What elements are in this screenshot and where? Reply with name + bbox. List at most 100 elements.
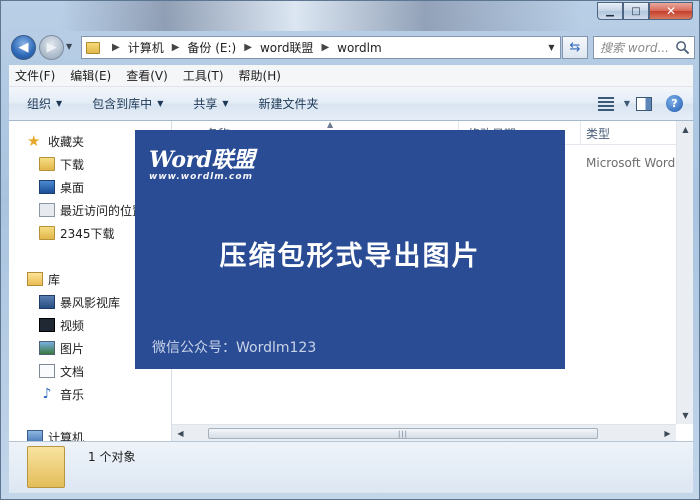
organize-button[interactable]: 组织 ▼ bbox=[27, 95, 62, 112]
column-divider[interactable] bbox=[580, 121, 581, 145]
scroll-right-arrow-icon[interactable]: ▶ bbox=[659, 425, 676, 442]
view-options-dropdown[interactable]: ▼ bbox=[624, 99, 630, 108]
folder-icon bbox=[27, 446, 65, 488]
computer-icon bbox=[27, 430, 43, 441]
menu-bar: 文件(F) 编辑(E) 查看(V) 工具(T) 帮助(H) bbox=[9, 65, 693, 87]
chevron-right-icon[interactable]: ▶ bbox=[244, 42, 252, 53]
new-folder-button[interactable]: 新建文件夹 bbox=[259, 95, 319, 112]
sidebar-item-storm-video[interactable]: 暴风影视库 bbox=[39, 292, 120, 312]
column-type[interactable]: 类型 bbox=[586, 125, 610, 142]
search-icon[interactable] bbox=[675, 40, 690, 55]
chevron-right-icon[interactable]: ▶ bbox=[112, 42, 120, 53]
status-bar: 1 个对象 bbox=[9, 441, 693, 493]
sidebar-item-label: 下载 bbox=[60, 157, 85, 172]
sidebar-item-downloads[interactable]: 下载 bbox=[39, 154, 84, 174]
chevron-right-icon[interactable]: ▶ bbox=[172, 42, 180, 53]
brand-url: www.wordlm.com bbox=[149, 172, 253, 182]
sidebar-item-2345-downloads[interactable]: 2345下载 bbox=[39, 223, 115, 243]
banner-title: 压缩包形式导出图片 bbox=[219, 241, 481, 272]
recent-pages-dropdown[interactable]: ▼ bbox=[66, 42, 72, 51]
navigation-bar: ◀ ▶ ▼ ▶ 计算机 ▶ 备份 (E:) ▶ word联盟 ▶ wordlm … bbox=[9, 33, 695, 61]
breadcrumb-drive[interactable]: 备份 (E:) bbox=[187, 39, 236, 56]
breadcrumb-word-union[interactable]: word联盟 bbox=[260, 39, 314, 56]
back-button[interactable]: ◀ bbox=[11, 35, 36, 60]
sidebar-item-videos[interactable]: 视频 bbox=[39, 315, 84, 335]
folder-icon bbox=[39, 226, 55, 240]
sidebar-item-label: 最近访问的位置 bbox=[60, 203, 145, 218]
video-library-icon bbox=[39, 295, 55, 309]
sidebar-item-music[interactable]: ♪ 音乐 bbox=[39, 384, 84, 404]
sidebar-item-label: 计算机 bbox=[48, 430, 85, 442]
breadcrumb-wordlm[interactable]: wordlm bbox=[337, 41, 382, 55]
title-bar-background bbox=[61, 1, 581, 31]
close-button[interactable]: ✕ bbox=[649, 2, 693, 20]
horizontal-scrollbar[interactable]: ◀ ||| ▶ bbox=[172, 424, 676, 441]
sidebar-item-label: 音乐 bbox=[60, 387, 85, 402]
sidebar-item-pictures[interactable]: 图片 bbox=[39, 338, 84, 358]
minimize-button[interactable]: ▁ bbox=[597, 2, 623, 20]
address-dropdown-button[interactable]: ▼ bbox=[543, 37, 560, 58]
brand-name: Word联盟 bbox=[149, 147, 255, 173]
menu-tools[interactable]: 工具(T) bbox=[183, 67, 224, 84]
library-icon bbox=[27, 272, 43, 286]
new-folder-label: 新建文件夹 bbox=[258, 97, 319, 111]
chevron-right-icon[interactable]: ▶ bbox=[321, 42, 329, 53]
forward-button[interactable]: ▶ bbox=[39, 35, 64, 60]
change-view-icon[interactable] bbox=[597, 96, 614, 111]
vertical-scrollbar[interactable]: ▲ ▼ bbox=[676, 121, 693, 424]
menu-view[interactable]: 查看(V) bbox=[126, 67, 168, 84]
back-arrow-icon: ◀ bbox=[18, 40, 29, 55]
star-icon: ★ bbox=[27, 132, 41, 150]
sort-ascending-icon: ▲ bbox=[327, 120, 334, 129]
scroll-down-arrow-icon[interactable]: ▼ bbox=[677, 407, 694, 424]
scroll-up-arrow-icon[interactable]: ▲ bbox=[677, 121, 694, 138]
command-bar: 组织 ▼ 包含到库中 ▼ 共享 ▼ 新建文件夹 ▼ ? bbox=[9, 87, 693, 121]
share-label: 共享 bbox=[193, 97, 218, 111]
folder-icon bbox=[39, 157, 55, 171]
menu-file[interactable]: 文件(F) bbox=[15, 67, 55, 84]
forward-arrow-icon: ▶ bbox=[46, 40, 57, 55]
organize-label: 组织 bbox=[27, 97, 52, 111]
include-in-library-label: 包含到库中 bbox=[92, 97, 153, 111]
share-button[interactable]: 共享 ▼ bbox=[193, 95, 228, 112]
sidebar-item-documents[interactable]: 文档 bbox=[39, 361, 84, 381]
sidebar-item-label: 收藏夹 bbox=[48, 134, 85, 149]
chevron-down-icon: ▼ bbox=[157, 99, 164, 108]
include-in-library-button[interactable]: 包含到库中 ▼ bbox=[92, 95, 163, 112]
document-icon bbox=[39, 364, 55, 378]
sidebar-item-recent-places[interactable]: 最近访问的位置 bbox=[39, 200, 144, 220]
sidebar-item-label: 库 bbox=[48, 272, 61, 287]
address-bar[interactable]: ▶ 计算机 ▶ 备份 (E:) ▶ word联盟 ▶ wordlm bbox=[81, 36, 561, 59]
sidebar-item-desktop[interactable]: 桌面 bbox=[39, 177, 84, 197]
menu-help[interactable]: 帮助(H) bbox=[239, 67, 281, 84]
search-placeholder: 搜索 word... bbox=[600, 41, 669, 55]
sidebar-item-favorites[interactable]: ★ 收藏夹 bbox=[27, 131, 84, 151]
chevron-down-icon: ▼ bbox=[222, 99, 229, 108]
table-row-type-cell[interactable]: Microsoft Word ... bbox=[586, 156, 691, 170]
sidebar-item-label: 2345下载 bbox=[60, 226, 115, 241]
horizontal-scroll-thumb[interactable]: ||| bbox=[208, 428, 598, 439]
desktop-icon bbox=[39, 180, 55, 194]
folder-icon bbox=[86, 41, 100, 54]
sidebar-item-libraries[interactable]: 库 bbox=[27, 269, 60, 289]
chevron-down-icon: ▼ bbox=[56, 99, 63, 108]
sidebar-item-label: 图片 bbox=[60, 341, 85, 356]
search-input[interactable]: 搜索 word... bbox=[593, 36, 695, 59]
sidebar-item-computer[interactable]: 计算机 bbox=[27, 427, 84, 441]
sidebar-item-label: 暴风影视库 bbox=[60, 295, 121, 310]
help-icon[interactable]: ? bbox=[666, 95, 683, 112]
menu-edit[interactable]: 编辑(E) bbox=[70, 67, 111, 84]
preview-pane-icon[interactable] bbox=[636, 96, 652, 111]
picture-icon bbox=[39, 341, 55, 355]
overlay-banner: Word联盟 www.wordlm.com 压缩包形式导出图片 微信公众号：Wo… bbox=[135, 130, 565, 369]
film-icon bbox=[39, 318, 55, 332]
refresh-button[interactable]: ⇆ bbox=[562, 36, 588, 59]
refresh-icon: ⇆ bbox=[569, 40, 581, 55]
breadcrumb-computer[interactable]: 计算机 bbox=[128, 39, 164, 56]
sidebar-item-label: 文档 bbox=[60, 364, 85, 379]
maximize-button[interactable]: □ bbox=[623, 2, 649, 20]
sidebar-item-label: 桌面 bbox=[60, 180, 85, 195]
sidebar-item-label: 视频 bbox=[60, 318, 85, 333]
banner-footer: 微信公众号：Wordlm123 bbox=[152, 340, 317, 356]
scroll-left-arrow-icon[interactable]: ◀ bbox=[172, 425, 189, 442]
